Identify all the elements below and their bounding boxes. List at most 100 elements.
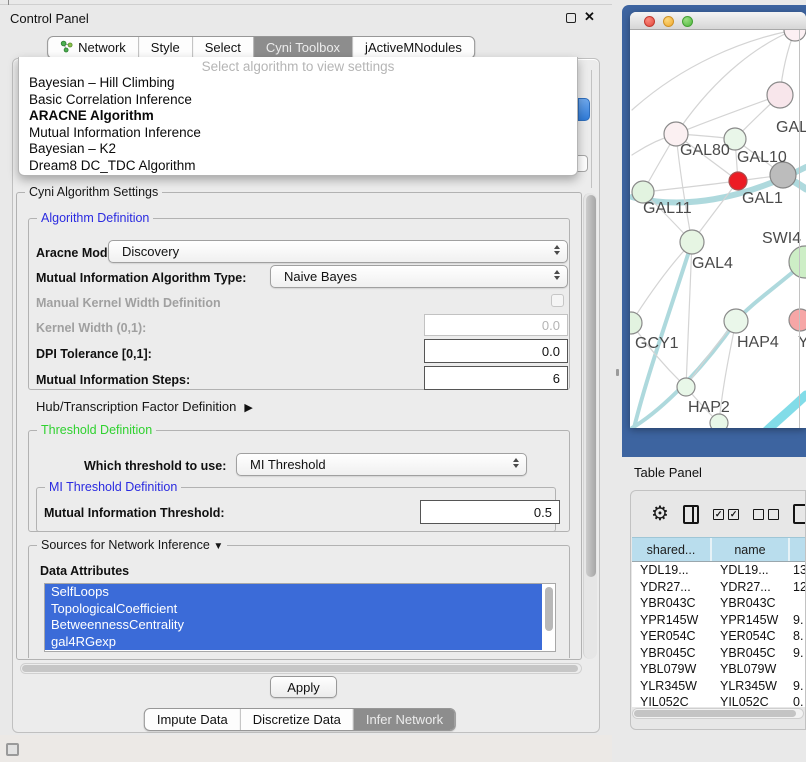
column-header-extra[interactable] [790,538,806,561]
tab-infer-network[interactable]: Infer Network [353,709,455,730]
table-row[interactable]: YDL19...YDL19...13 [632,562,806,579]
algorithm-option-bayesian-hill-climbing[interactable]: Bayesian – Hill Climbing [19,75,577,92]
settings-horizontal-scrollbar[interactable] [20,663,582,674]
which-threshold-label: Which threshold to use: [84,459,226,473]
data-attributes-list[interactable]: SelfLoopsTopologicalCoefficientBetweenne… [44,583,556,652]
network-node-gal[interactable] [767,82,793,108]
unchecked-box-icon [768,509,779,520]
table-cell: YLR345W [712,678,790,695]
tab-network[interactable]: Network [48,37,138,58]
collapse-arrow-icon[interactable]: ▼ [213,541,223,552]
network-node-gal1[interactable] [729,172,747,190]
stepper-icon [513,458,519,468]
network-node[interactable] [710,414,728,428]
network-edge[interactable] [676,95,780,134]
table-cell: 9. [790,645,806,662]
show-columns-icon[interactable]: ✓✓ [713,509,739,520]
algorithm-option-dream8-dc-tdc-algorithm[interactable]: Dream8 DC_TDC Algorithm [19,158,577,175]
attribute-item-topologicalcoefficient[interactable]: TopologicalCoefficient [45,601,542,618]
mi-type-label: Mutual Information Algorithm Type: [36,271,246,285]
export-table-icon[interactable] [793,504,806,524]
node-label: GAL11 [643,200,692,217]
table-horizontal-scrollbar[interactable] [632,708,804,719]
table-row[interactable]: YIL052CYIL052C0. [632,694,806,707]
algorithm-option-mutual-information-inference[interactable]: Mutual Information Inference [19,125,577,142]
close-icon[interactable]: ✕ [584,9,595,25]
node-label: GCY1 [635,335,679,352]
network-node-gal4[interactable] [680,230,704,254]
close-button[interactable] [644,16,655,27]
apply-button[interactable]: Apply [270,676,337,698]
network-node-y[interactable] [789,309,806,331]
which-threshold-value: MI Threshold [250,457,326,472]
aracne-mode-select[interactable]: Discovery [108,240,568,263]
mi-steps-field[interactable]: 6 [424,366,568,390]
sources-title-text: Sources for Network Inference [41,538,210,552]
stepper-icon [554,245,560,255]
table-cell: YBR045C [632,645,712,662]
manual-kernel-checkbox[interactable] [551,294,564,307]
table-row[interactable]: YPR145WYPR145W9. [632,612,806,629]
table-row[interactable]: YBR045CYBR045C9. [632,645,806,662]
tab-jactivemnodules[interactable]: jActiveMNodules [352,37,474,58]
which-threshold-select[interactable]: MI Threshold [236,453,527,476]
table-cell: 9. [790,678,806,695]
table-row[interactable]: YBR043CYBR043C [632,595,806,612]
network-canvas[interactable]: GALGAL80GAL10GAL1GAL11SWI4GAL4GCY1HAP4YH… [630,30,806,428]
splitter-handle[interactable] [8,0,9,5]
table-row[interactable]: YDR27...YDR27...12 [632,579,806,596]
aracne-mode-label: Aracne Mode: [36,246,119,260]
tab-style[interactable]: Style [138,37,192,58]
network-edge[interactable] [631,242,692,323]
float-window-icon[interactable] [566,13,576,23]
network-edge[interactable] [643,181,738,192]
table-cell: YPR145W [632,612,712,629]
tab-impute-data[interactable]: Impute Data [145,709,240,730]
scrollbar-thumb[interactable] [22,665,578,672]
tab-discretize-data[interactable]: Discretize Data [240,709,353,730]
table-cell: YBR043C [712,595,790,612]
scrollbar-thumb[interactable] [586,195,596,577]
table-row[interactable]: YER054CYER054C8. [632,628,806,645]
attribute-item-gal4rgexp[interactable]: gal4RGexp [45,634,542,651]
dropdown-prompt: Select algorithm to view settings [19,59,577,75]
algorithm-option-aracne-algorithm[interactable]: ARACNE Algorithm [19,108,577,125]
network-node-gcy1[interactable] [630,312,642,334]
divider [0,4,612,5]
zoom-button[interactable] [682,16,693,27]
column-header-name[interactable]: name [712,538,790,561]
attribute-item-betweennesscentrality[interactable]: BetweennessCentrality [45,617,542,634]
minimize-button[interactable] [663,16,674,27]
tab-label: Network [78,40,126,55]
network-node[interactable] [784,30,806,41]
gear-icon[interactable]: ⚙ [651,504,669,524]
scrollbar-thumb[interactable] [634,710,796,717]
network-node-hap2[interactable] [677,378,695,396]
mi-threshold-field[interactable]: 0.5 [420,500,560,524]
splitter-handle[interactable] [616,369,619,376]
attribute-item-selfloops[interactable]: SelfLoops [45,584,542,601]
tab-select[interactable]: Select [192,37,253,58]
expand-arrow-icon[interactable]: ▶ [244,401,252,414]
table-body: YDL19...YDL19...13YDR27...YDR27...12YBR0… [632,562,806,707]
hide-columns-icon[interactable] [753,509,779,520]
table-row[interactable]: YLR345WYLR345W9. [632,678,806,695]
network-window-titlebar[interactable] [630,12,806,30]
mi-type-select[interactable]: Naive Bayes [270,265,568,288]
settings-vertical-scrollbar[interactable] [583,193,597,659]
network-edge[interactable] [631,323,686,387]
column-header-shared[interactable]: shared... [632,538,712,561]
combo-stepper-fragment[interactable] [578,98,590,121]
columns-icon[interactable] [683,505,699,524]
algorithm-option-basic-correlation-inference[interactable]: Basic Correlation Inference [19,92,577,109]
hub-definition-toggle[interactable]: Hub/Transcription Factor Definition▶ [36,399,253,414]
network-node-hap4[interactable] [724,309,748,333]
dpi-tolerance-field[interactable]: 0.0 [424,339,568,363]
dock-panel-icon[interactable] [6,743,19,756]
algorithm-option-bayesian-k2[interactable]: Bayesian – K2 [19,141,577,158]
tab-cyni-toolbox[interactable]: Cyni Toolbox [253,37,352,58]
list-scrollbar[interactable] [545,587,553,631]
table-row[interactable]: YBL079WYBL079W [632,661,806,678]
tab-label: Style [151,40,180,55]
kernel-width-field[interactable]: 0.0 [424,314,568,336]
